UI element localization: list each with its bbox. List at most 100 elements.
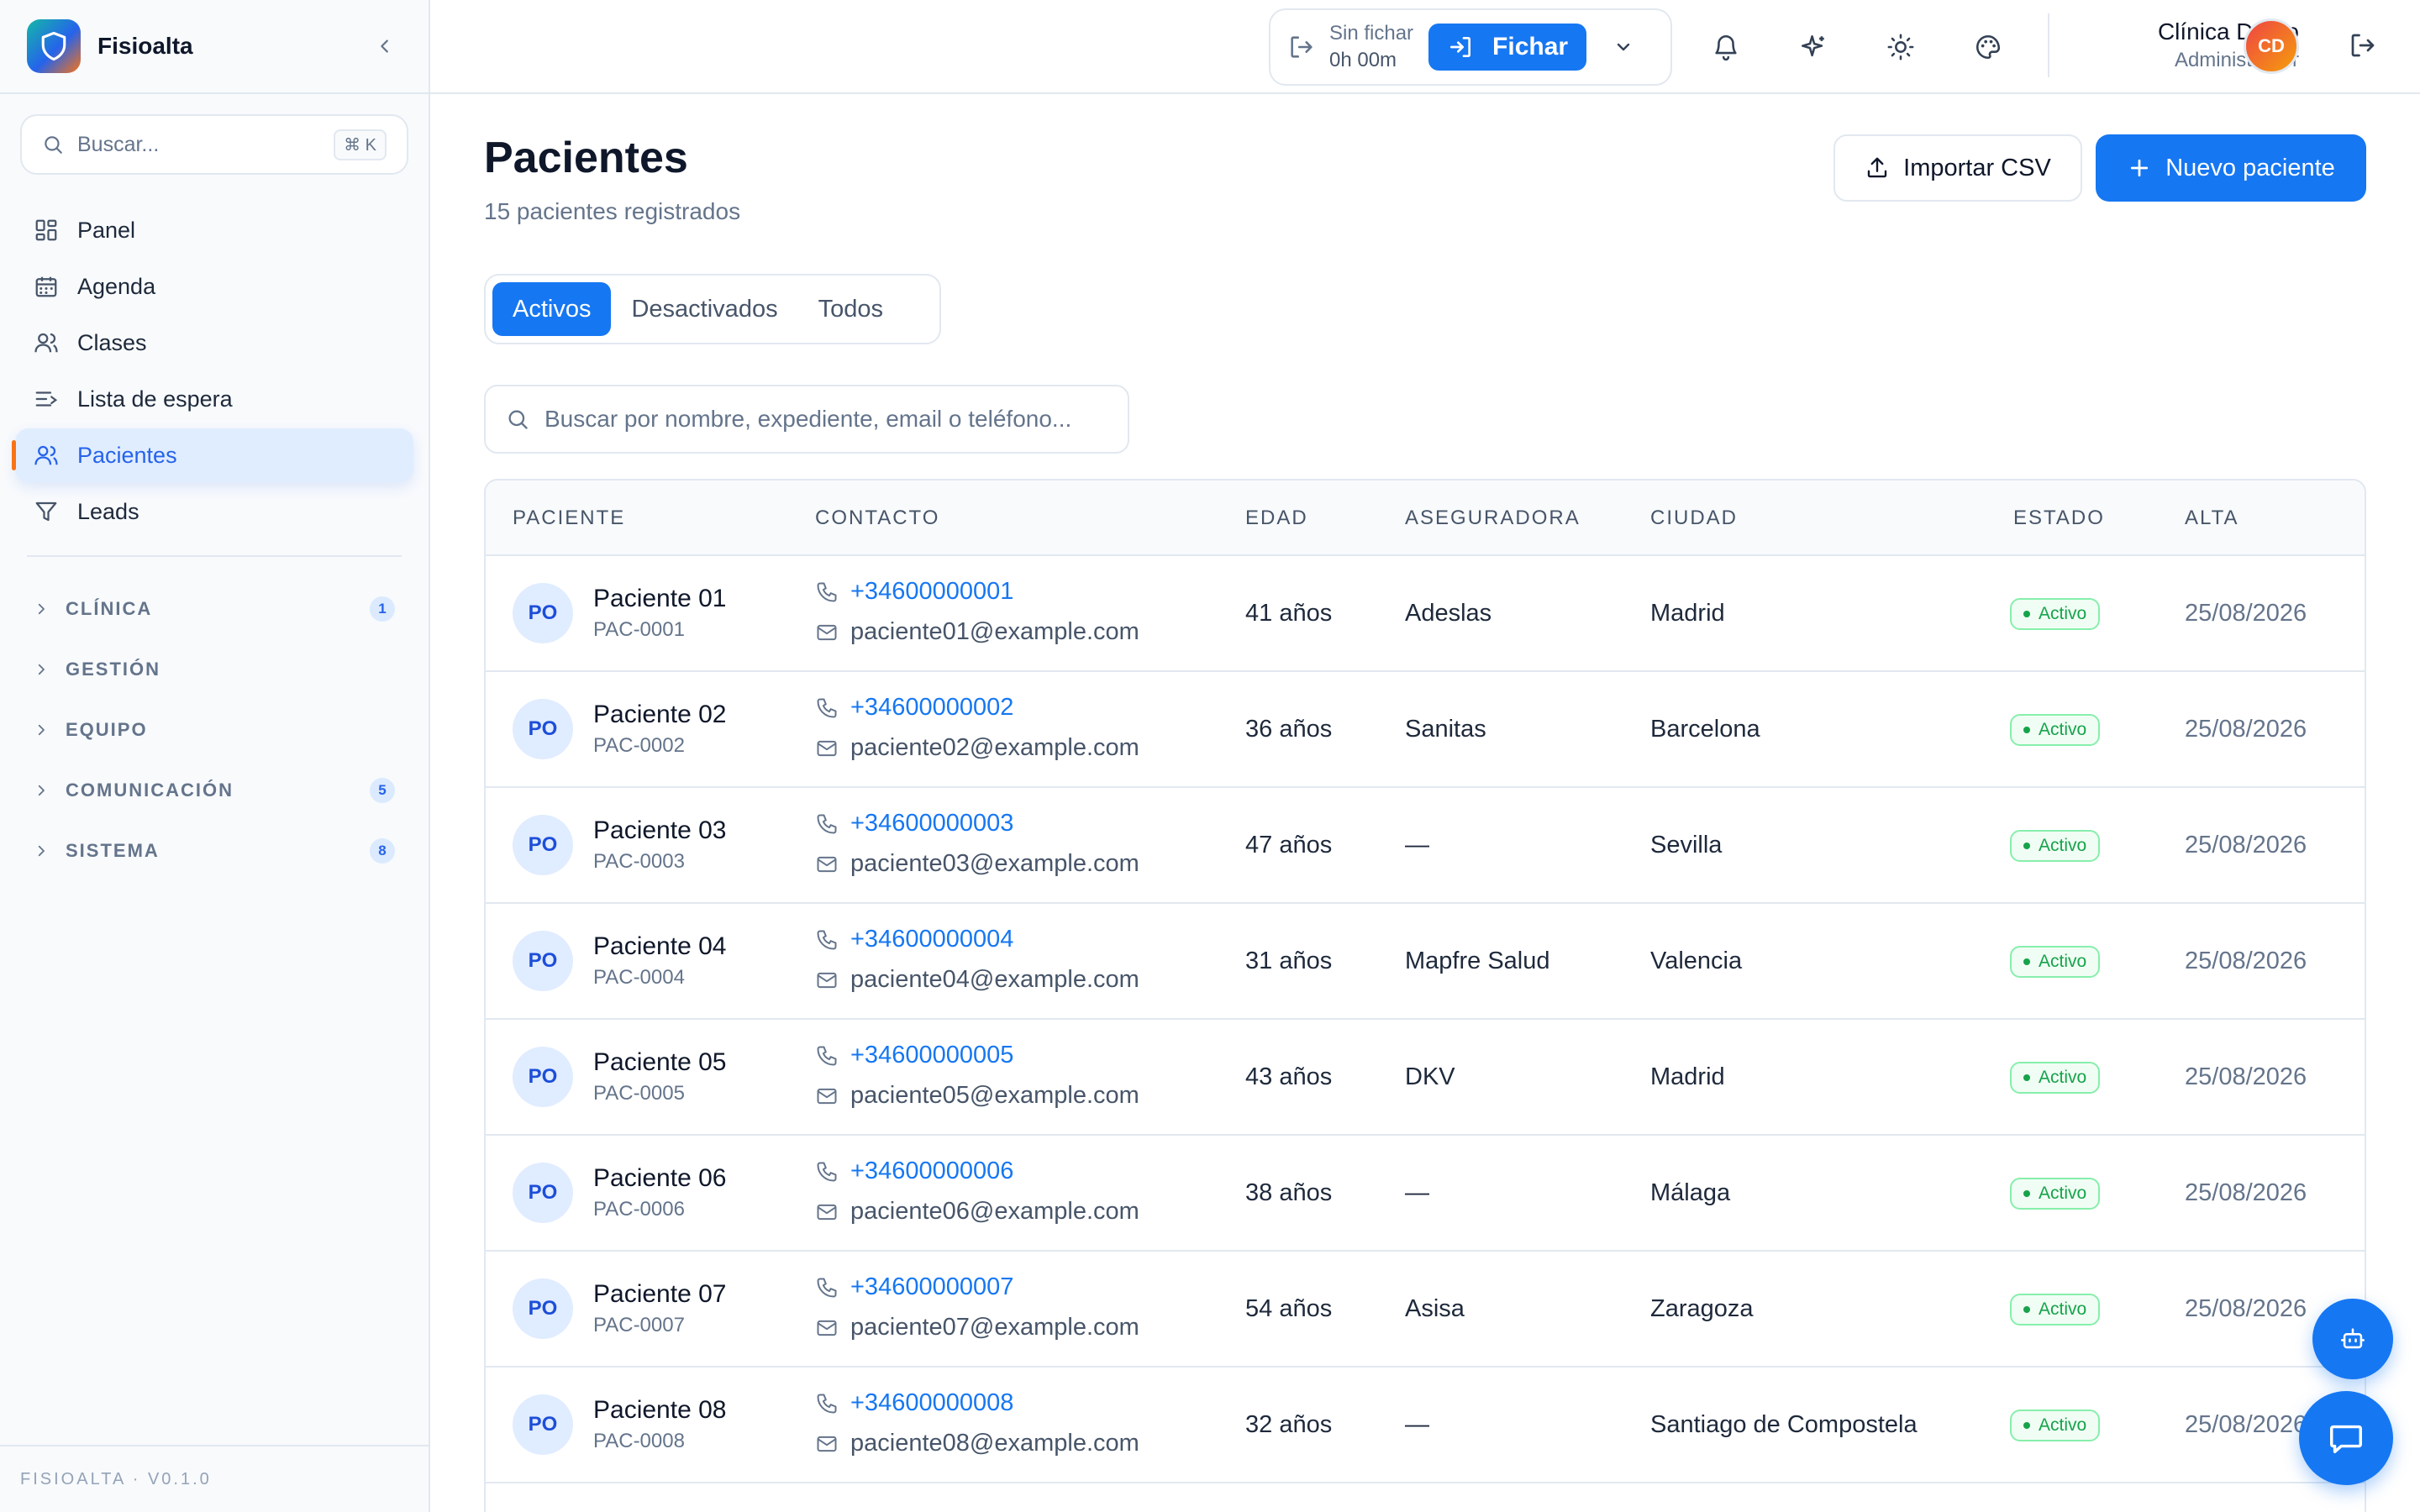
collapse-sidebar-button[interactable] <box>368 29 402 63</box>
sidebar-group-comunicacion[interactable]: COMUNICACIÓN 5 <box>0 760 429 821</box>
patient-phone-link[interactable]: +34600000002 <box>815 694 1013 722</box>
patient-search-input[interactable]: Buscar por nombre, expediente, email o t… <box>484 385 1129 454</box>
sidebar-search[interactable]: Buscar... ⌘ K <box>20 114 408 175</box>
patient-name[interactable]: Paciente 03 <box>593 816 726 845</box>
phone-icon <box>817 1046 837 1065</box>
table-row[interactable]: PO Paciente 04 PAC-0004 +34600000004 pacient… <box>486 904 2365 1020</box>
sidebar-item-lista-de-espera[interactable]: Lista de espera <box>15 372 413 426</box>
patient-name[interactable]: Paciente 05 <box>593 1048 726 1077</box>
new-patient-button[interactable]: Nuevo paciente <box>2096 134 2366 202</box>
avatar[interactable]: CD <box>2244 18 2299 74</box>
phone-icon <box>817 814 837 833</box>
table-row[interactable]: PO Paciente 06 PAC-0006 +34600000006 pacient… <box>486 1136 2365 1252</box>
chevron-right-icon <box>38 664 45 675</box>
sidebar-item-agenda[interactable]: Agenda <box>15 260 413 313</box>
patient-phone-link[interactable]: +34600000006 <box>815 1158 1013 1185</box>
patient-city: Sevilla <box>1650 831 1723 858</box>
patient-avatar: PO <box>513 699 573 759</box>
patient-phone-link[interactable]: +34600000005 <box>815 1042 1013 1069</box>
patient-phone-link[interactable]: +34600000004 <box>815 926 1013 953</box>
table-row[interactable]: PO Paciente 01 PAC-0001 +34600000001 pacient… <box>486 556 2365 672</box>
patient-avatar: PO <box>513 1163 573 1223</box>
sidebar-item-clases[interactable]: Clases <box>15 316 413 370</box>
patient-name[interactable]: Paciente 07 <box>593 1280 726 1309</box>
table-row[interactable]: PO Paciente 05 PAC-0005 +34600000005 pacient… <box>486 1020 2365 1136</box>
time-clock-widget: Sin fichar 0h 00m Fichar <box>1269 8 1672 86</box>
users-icon <box>34 445 58 465</box>
fichar-button[interactable]: Fichar <box>1428 24 1587 71</box>
status-label: Activo <box>2039 952 2087 971</box>
brand-name: Fisioalta <box>97 33 193 59</box>
patient-alta-date: 25/08/2026 <box>2185 1179 2307 1206</box>
column-header-edad[interactable]: EDAD <box>1245 480 1308 556</box>
assistant-bot-button[interactable] <box>2312 1299 2393 1379</box>
status-dot <box>2023 1074 2030 1081</box>
notifications-button[interactable] <box>1709 30 1743 64</box>
table-row[interactable]: PO Paciente 02 PAC-0002 +34600000002 pacient… <box>486 672 2365 788</box>
palette-button[interactable] <box>1971 30 2005 64</box>
patient-phone-link[interactable]: +34600000007 <box>815 1273 1013 1301</box>
patient-city: Madrid <box>1650 599 1725 627</box>
column-header-estado[interactable]: ESTADO <box>2013 480 2105 556</box>
chevron-down-icon <box>1617 43 1630 51</box>
tab-desactivados[interactable]: Desactivados <box>611 282 797 336</box>
clock-options-dropdown[interactable] <box>1613 37 1634 57</box>
patient-phone-link[interactable]: +34600000001 <box>815 578 1013 606</box>
chat-button[interactable] <box>2299 1391 2393 1485</box>
column-header-contacto[interactable]: CONTACTO <box>815 480 939 556</box>
ai-assistant-button[interactable] <box>1797 30 1830 64</box>
phone-icon <box>817 1278 837 1297</box>
tab-todos[interactable]: Todos <box>798 282 903 336</box>
patient-name[interactable]: Paciente 04 <box>593 932 726 961</box>
import-csv-button[interactable]: Importar CSV <box>1833 134 2082 202</box>
patient-phone-link[interactable]: +34600000008 <box>815 1389 1013 1417</box>
patient-phone: +34600000005 <box>850 1042 1014 1068</box>
status-dot <box>2023 1422 2030 1429</box>
shortcut-hint: ⌘ K <box>334 129 387 160</box>
table-row[interactable]: PO Paciente 03 PAC-0003 +34600000003 pacient… <box>486 788 2365 904</box>
column-header-alta[interactable]: ALTA <box>2185 480 2238 556</box>
patient-name[interactable]: Paciente 02 <box>593 701 726 729</box>
sidebar-group-sistema[interactable]: SISTEMA 8 <box>0 821 429 881</box>
patients-table: PACIENTE CONTACTO EDAD ASEGURADORA CIUDA… <box>484 479 2366 1512</box>
sidebar-group-clinica[interactable]: CLÍNICA 1 <box>0 579 429 639</box>
patient-code: PAC-0008 <box>593 1430 685 1452</box>
patient-name[interactable]: Paciente 06 <box>593 1164 726 1193</box>
patient-phone: +34600000006 <box>850 1158 1014 1184</box>
sidebar-item-panel[interactable]: Panel <box>15 203 413 257</box>
sidebar-group-equipo[interactable]: EQUIPO <box>0 700 429 760</box>
patient-alta-date: 25/08/2026 <box>2185 1410 2307 1438</box>
clock-out-icon <box>1291 36 1313 58</box>
sidebar-item-leads[interactable]: Leads <box>15 485 413 538</box>
sidebar-item-label: Panel <box>77 217 136 243</box>
column-header-ciudad[interactable]: CIUDAD <box>1650 480 1738 556</box>
mail-icon <box>817 972 837 988</box>
phone-icon <box>817 1162 837 1181</box>
chevron-left-icon <box>381 39 388 53</box>
mail-icon <box>817 624 837 640</box>
patient-alta-date: 25/08/2026 <box>2185 831 2307 858</box>
sidebar-item-pacientes[interactable]: Pacientes <box>12 428 413 482</box>
column-header-paciente[interactable]: PACIENTE <box>513 480 625 556</box>
page-subtitle: 15 pacientes registrados <box>484 198 741 224</box>
column-header-aseguradora[interactable]: ASEGURADORA <box>1405 480 1581 556</box>
table-row[interactable]: PO Paciente 07 PAC-0007 +34600000007 pacient… <box>486 1252 2365 1368</box>
patient-search-placeholder: Buscar por nombre, expediente, email o t… <box>544 406 1072 432</box>
patient-name[interactable]: Paciente 01 <box>593 585 726 613</box>
patient-email-value: paciente01@example.com <box>850 618 1139 645</box>
phone-icon <box>817 582 837 601</box>
patient-email-value: paciente02@example.com <box>850 734 1139 761</box>
logout-button[interactable] <box>2348 30 2378 60</box>
sidebar-group-label: EQUIPO <box>66 719 148 740</box>
search-icon <box>45 136 62 154</box>
patient-name[interactable]: Paciente 08 <box>593 1396 726 1425</box>
sidebar-item-label: Pacientes <box>77 442 177 468</box>
tab-activos[interactable]: Activos <box>492 282 612 336</box>
patient-age: 32 años <box>1245 1410 1333 1438</box>
sidebar-group-gestion[interactable]: GESTIÓN <box>0 639 429 700</box>
patient-phone-link[interactable]: +34600000003 <box>815 810 1013 837</box>
table-row[interactable]: PO Paciente 08 PAC-0008 +34600000008 pacient… <box>486 1368 2365 1483</box>
theme-toggle-button[interactable] <box>1884 30 1918 64</box>
patient-avatar: PO <box>513 1047 573 1107</box>
logo <box>27 19 81 73</box>
